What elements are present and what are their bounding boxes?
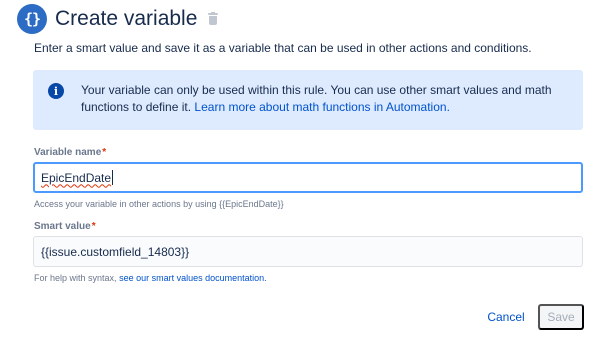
variable-name-input[interactable]: EpicEndDate [33,162,583,193]
curly-braces-icon: {} [17,4,47,34]
smart-value-label: Smart value* [34,221,96,232]
variable-name-label: Variable name* [34,147,107,158]
smart-value-input[interactable]: {{issue.customfield_14803}} [33,236,583,267]
smart-value-helper: For help with syntax, see our smart valu… [34,273,267,283]
smart-value-value: {{issue.customfield_14803}} [41,244,190,259]
info-icon: i [48,83,64,99]
description-text: Enter a smart value and save it as a var… [34,41,532,55]
info-panel: i Your variable can only be used within … [33,70,583,130]
cancel-button[interactable]: Cancel [478,304,534,330]
save-button[interactable]: Save [538,304,584,330]
math-functions-link[interactable]: Learn more about math functions in Autom… [194,100,450,114]
info-message: Your variable can only be used within th… [81,82,571,116]
page-title: Create variable [55,7,198,30]
trash-icon[interactable] [207,12,219,26]
text-caret [112,170,114,185]
required-mark: * [102,147,107,158]
required-mark: * [91,221,96,232]
variable-name-value: EpicEndDate [41,170,112,185]
dialog-header: {} Create variable [17,4,219,34]
variable-name-helper: Access your variable in other actions by… [34,199,284,209]
smart-values-docs-link[interactable]: see our smart values documentation. [119,273,267,283]
smart-value-helper-text: For help with syntax, [34,273,117,283]
